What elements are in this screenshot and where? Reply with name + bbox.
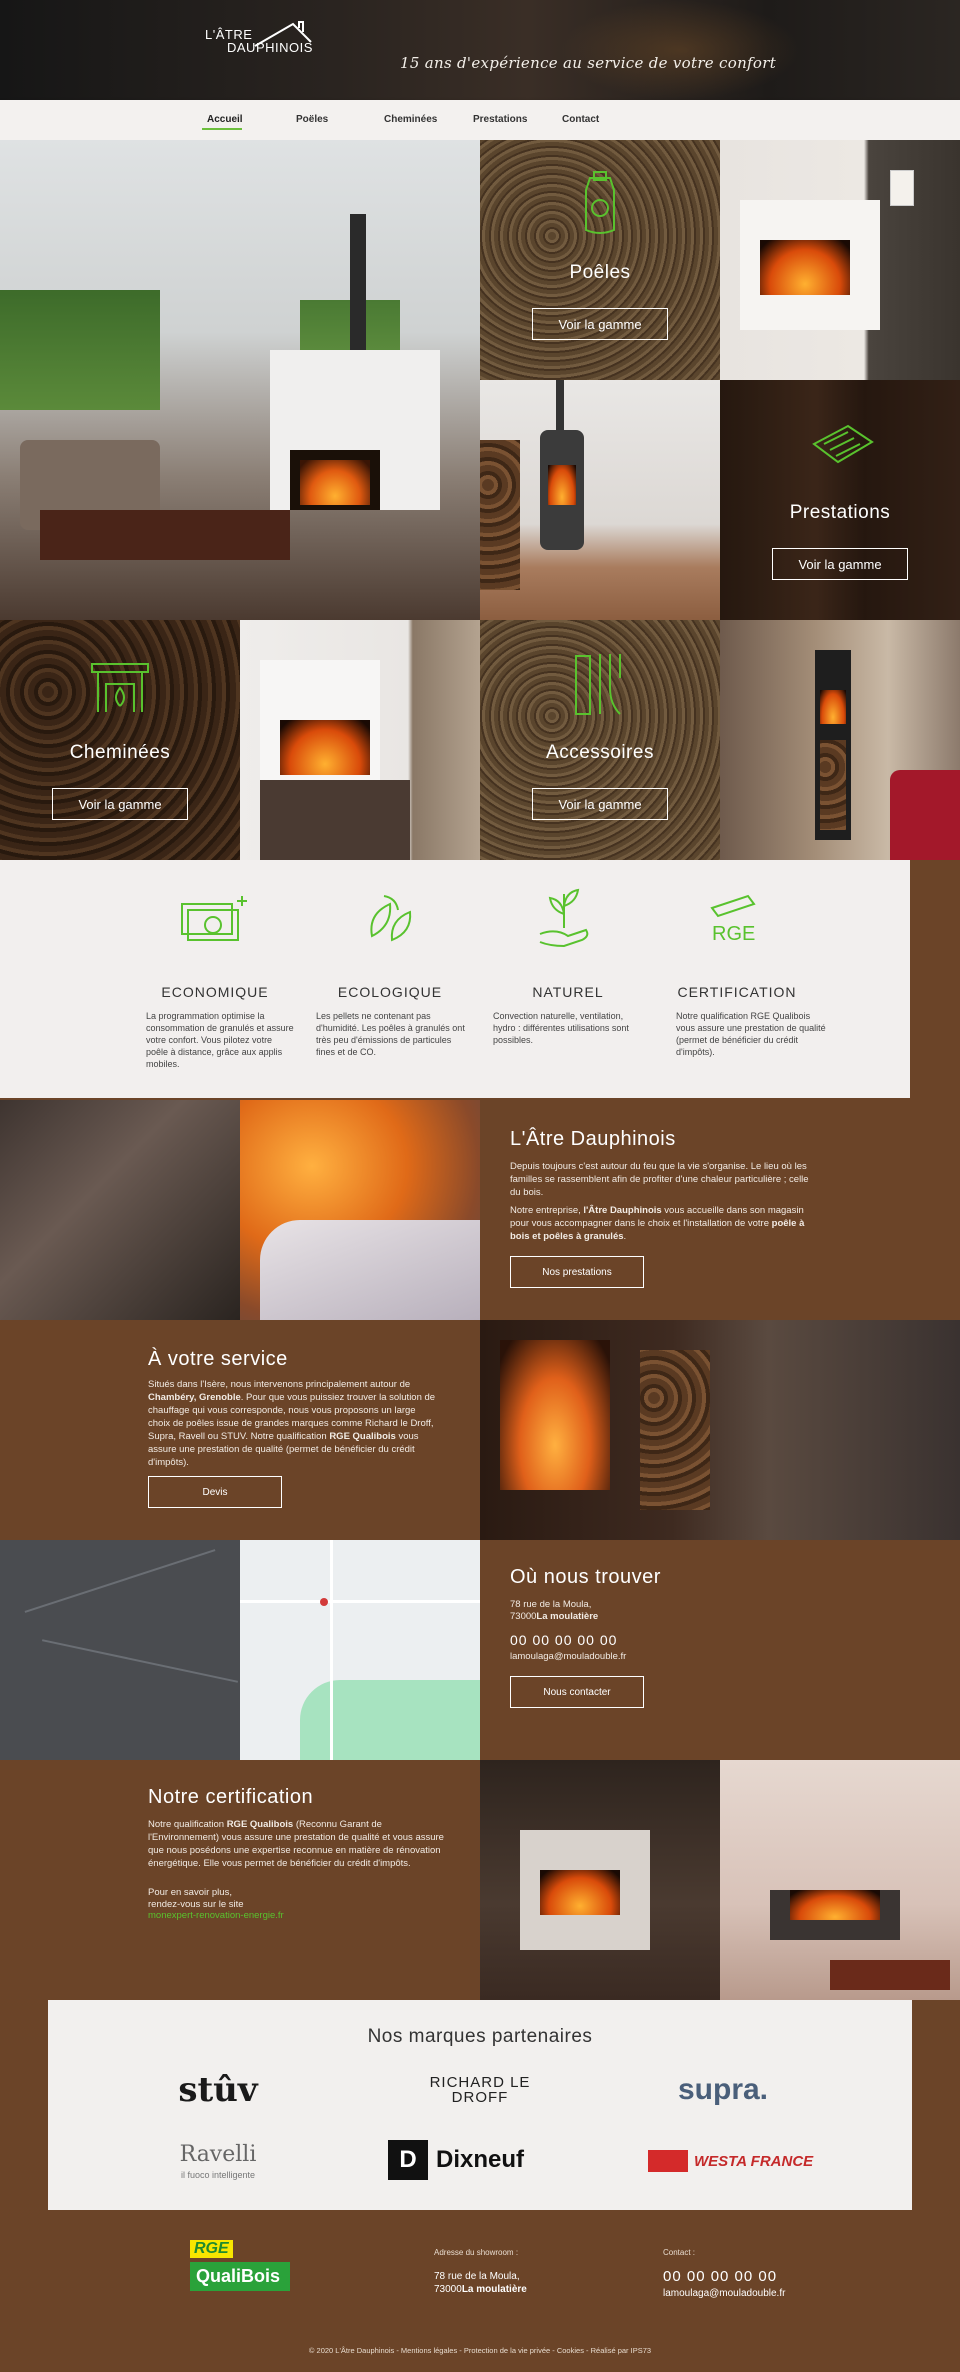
features-panel: RGE ECONOMIQUE La programmation optimise… bbox=[0, 860, 910, 1098]
nos-prestations-button[interactable]: Nos prestations bbox=[510, 1256, 644, 1288]
service-panel: À votre service Situés dans l'Isère, nou… bbox=[0, 1320, 480, 1540]
brand-westa-france[interactable]: WESTA FRANCE bbox=[694, 2144, 824, 2178]
footer-phone[interactable]: 00 00 00 00 00 bbox=[663, 2268, 777, 2285]
nav-item-contact[interactable]: Contact bbox=[562, 114, 599, 125]
tile-prestations[interactable]: Prestations Voir la gamme bbox=[720, 380, 960, 620]
certification-panel: Notre certification Notre qualification … bbox=[0, 1760, 480, 2000]
nav-item-prestations[interactable]: Prestations bbox=[473, 114, 527, 125]
couple-photo bbox=[0, 1100, 240, 1320]
qualibois-logo: RGE QualiBois bbox=[190, 2240, 294, 2306]
header-tagline: 15 ans d'expérience au service de votre … bbox=[400, 54, 777, 72]
about-text-2: Notre entreprise, l'Âtre Dauphinois vous… bbox=[510, 1205, 805, 1242]
living-room-photo bbox=[0, 140, 480, 620]
money-icon bbox=[181, 896, 247, 941]
brand-supra[interactable]: supra. bbox=[658, 2068, 788, 2112]
tile-cheminees[interactable]: Cheminées Voir la gamme bbox=[0, 620, 240, 860]
map-light[interactable] bbox=[240, 1540, 480, 1760]
tile-cheminees-title: Cheminées bbox=[69, 742, 171, 763]
qualibois-logo-top: RGE bbox=[190, 2240, 233, 2258]
footer-address-2: 73000La moulatière bbox=[434, 2284, 527, 2295]
corner-fireplace-dark-photo bbox=[480, 1760, 720, 2000]
footer-copyright[interactable]: © 2020 L'Âtre Dauphinois - Mentions léga… bbox=[0, 2346, 960, 2355]
certification-text: Notre qualification RGE Qualibois (Recon… bbox=[148, 1819, 444, 1869]
location-phone[interactable]: 00 00 00 00 00 bbox=[510, 1632, 617, 1648]
header-fire-glow bbox=[560, 0, 800, 100]
feature-title-naturel: NATUREL bbox=[532, 984, 604, 1000]
feature-text-ecologique: Les pellets ne contenant pas d'humidité.… bbox=[316, 1011, 465, 1057]
nous-contacter-button[interactable]: Nous contacter bbox=[510, 1676, 644, 1708]
stove-photo bbox=[480, 380, 720, 620]
svg-text:RGE: RGE bbox=[712, 923, 755, 945]
brand-dixneuf[interactable]: Dixneuf bbox=[436, 2140, 566, 2180]
tile-poeles[interactable]: Poêles Voir la gamme bbox=[480, 140, 720, 380]
tile-accessoires-title: Accessoires bbox=[546, 742, 654, 763]
tile-accessoires[interactable]: Accessoires Voir la gamme bbox=[480, 620, 720, 860]
brand-ravelli-tagline: il fuoco intelligente bbox=[180, 2170, 256, 2180]
tile-prestations-title: Prestations bbox=[789, 502, 891, 523]
footer-showroom-label: Adresse du showroom : bbox=[434, 2248, 519, 2257]
plant-hand-icon bbox=[539, 888, 589, 948]
certification-title: Notre certification bbox=[148, 1786, 314, 1808]
feature-title-economique: ECONOMIQUE bbox=[161, 984, 269, 1000]
brand-stuv[interactable]: stûv bbox=[158, 2068, 278, 2112]
location-title: Où nous trouver bbox=[510, 1566, 661, 1588]
qualibois-logo-bottom: QualiBois bbox=[190, 2262, 290, 2291]
about-text-1: Depuis toujours c'est autour du feu que … bbox=[510, 1161, 809, 1198]
feature-title-ecologique: ECOLOGIQUE bbox=[337, 984, 443, 1000]
brands-title: Nos marques partenaires bbox=[367, 2026, 593, 2047]
footer-contact-label: Contact : bbox=[663, 2248, 696, 2257]
feature-text-economique: La programmation optimise la consommatio… bbox=[146, 1011, 294, 1069]
dixneuf-logo-icon: D bbox=[388, 2140, 428, 2180]
header-bar: L'ÂTRE DAUPHINOIS 15 ans d'expérience au… bbox=[0, 0, 960, 100]
prestations-voir-gamme-button[interactable]: Voir la gamme bbox=[772, 548, 908, 580]
fire-tools-icon bbox=[575, 654, 621, 715]
tall-stove-photo bbox=[720, 620, 960, 860]
nav-item-poeles[interactable]: Poëles bbox=[296, 114, 328, 125]
footer-email[interactable]: lamoulaga@mouladouble.fr bbox=[663, 2287, 785, 2300]
devis-button[interactable]: Devis bbox=[148, 1476, 282, 1508]
cheminees-voir-gamme-button[interactable]: Voir la gamme bbox=[52, 788, 188, 820]
certification-link[interactable]: monexpert-renovation-energie.fr bbox=[148, 1910, 284, 1921]
westa-logo-icon bbox=[648, 2150, 688, 2172]
service-text: Situés dans l'Isère, nous intervenons pr… bbox=[148, 1379, 436, 1468]
brand-ravelli[interactable]: Ravelli bbox=[148, 2142, 288, 2167]
fire-couple-photo bbox=[240, 1100, 480, 1320]
about-title: L'Âtre Dauphinois bbox=[510, 1128, 676, 1150]
fireplace-icon bbox=[91, 663, 149, 712]
main-nav: Accueil Poëles Cheminées Prestations Con… bbox=[0, 100, 960, 140]
brand-richard-le-droff[interactable]: RICHARD LE DROFF bbox=[400, 2070, 560, 2110]
nav-item-accueil[interactable]: Accueil bbox=[207, 114, 243, 125]
poeles-voir-gamme-button[interactable]: Voir la gamme bbox=[532, 308, 668, 340]
nav-item-cheminees[interactable]: Cheminées bbox=[384, 114, 437, 125]
fire-reading-photo bbox=[480, 1320, 960, 1540]
corner-fireplace-photo bbox=[720, 140, 960, 380]
service-title: À votre service bbox=[148, 1348, 288, 1370]
tools-icon bbox=[812, 424, 874, 464]
glass-fireplace-photo bbox=[240, 620, 480, 860]
about-panel: L'Âtre Dauphinois Depuis toujours c'est … bbox=[480, 1100, 960, 1320]
location-address-2: 73000La moulatière bbox=[510, 1611, 599, 1622]
rge-icon: RGE bbox=[710, 894, 756, 945]
leaves-icon bbox=[370, 895, 412, 942]
feature-title-certification: CERTIFICATION bbox=[677, 984, 797, 1000]
location-panel: Où nous trouver 78 rue de la Moula, 7300… bbox=[480, 1540, 960, 1760]
brands-panel: Nos marques partenaires stûv RICHARD LE … bbox=[48, 2000, 912, 2210]
tile-poeles-title: Poêles bbox=[569, 262, 631, 283]
roof-icon bbox=[254, 21, 312, 47]
site-logo[interactable]: L'ÂTRE DAUPHINOIS bbox=[205, 21, 313, 54]
feature-text-naturel: Convection naturelle, ventilation, hydro… bbox=[493, 1011, 629, 1045]
accessoires-voir-gamme-button[interactable]: Voir la gamme bbox=[532, 788, 668, 820]
footer-address-1: 78 rue de la Moula, bbox=[434, 2271, 520, 2282]
location-email[interactable]: lamoulaga@mouladouble.fr bbox=[510, 1650, 626, 1663]
map-dark[interactable] bbox=[0, 1540, 240, 1760]
nav-active-indicator bbox=[202, 128, 242, 130]
pellet-bag-icon bbox=[585, 171, 615, 234]
wall-fireplace-photo bbox=[720, 1760, 960, 2000]
feature-text-certification: Notre qualification RGE Qualibois vous a… bbox=[676, 1011, 826, 1057]
